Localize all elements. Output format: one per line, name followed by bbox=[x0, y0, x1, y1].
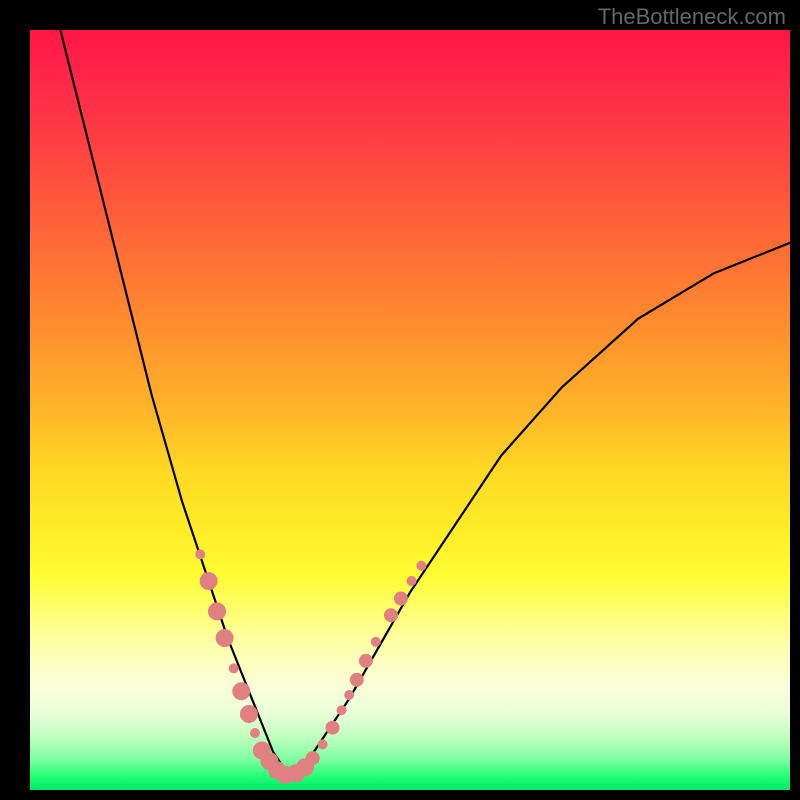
marker-point bbox=[250, 728, 260, 738]
marker-point bbox=[229, 663, 239, 673]
curve-path bbox=[60, 30, 790, 775]
marker-point bbox=[407, 576, 417, 586]
marker-point bbox=[195, 549, 205, 559]
marker-point bbox=[306, 751, 320, 765]
chart-svg bbox=[30, 30, 790, 790]
marker-point bbox=[384, 608, 398, 622]
marker-point bbox=[344, 690, 354, 700]
marker-point bbox=[200, 572, 218, 590]
marker-point bbox=[350, 673, 364, 687]
marker-point bbox=[326, 721, 340, 735]
plot-area bbox=[30, 30, 790, 790]
curve-line bbox=[60, 30, 790, 775]
watermark-text: TheBottleneck.com bbox=[598, 4, 786, 30]
marker-point bbox=[359, 654, 373, 668]
marker-point bbox=[208, 602, 226, 620]
chart-container: TheBottleneck.com bbox=[0, 0, 800, 800]
marker-point bbox=[240, 705, 258, 723]
marker-point bbox=[394, 592, 408, 606]
marker-point bbox=[371, 637, 381, 647]
marker-point bbox=[318, 739, 328, 749]
marker-group bbox=[195, 549, 426, 783]
marker-point bbox=[232, 682, 250, 700]
marker-point bbox=[216, 629, 234, 647]
marker-point bbox=[416, 561, 426, 571]
marker-point bbox=[337, 705, 347, 715]
